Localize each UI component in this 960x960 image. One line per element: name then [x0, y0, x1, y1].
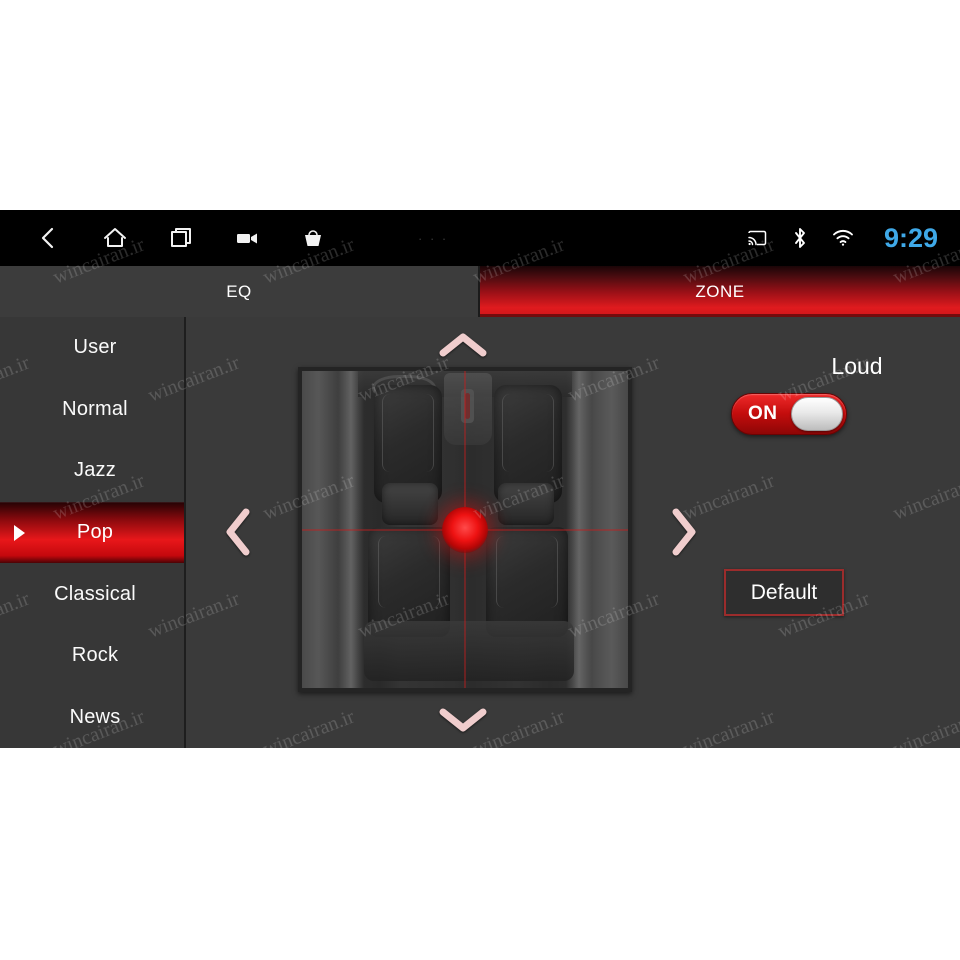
bluetooth-icon[interactable] — [788, 226, 812, 250]
preset-label: User — [73, 336, 117, 359]
tab-bar: EQ ZONE — [0, 266, 960, 317]
preset-item-pop[interactable]: Pop — [0, 501, 184, 564]
seat-cushion-front-left — [382, 483, 438, 525]
preset-item-rock[interactable]: Rock — [0, 625, 184, 687]
loud-toggle-knob[interactable] — [791, 397, 843, 431]
back-icon[interactable] — [34, 223, 64, 253]
eq-preset-list: User Normal Jazz Pop Classical Rock News — [0, 317, 186, 748]
overflow-dots: · · · — [418, 230, 449, 246]
preset-label: Rock — [71, 644, 119, 667]
device-screen: · · · 9:29 EQ ZONE User Normal Jazz Pop … — [0, 210, 960, 748]
tab-zone[interactable]: ZONE — [480, 266, 960, 317]
wifi-icon[interactable] — [831, 226, 855, 250]
home-icon[interactable] — [100, 223, 130, 253]
preset-label: News — [69, 705, 121, 728]
loud-toggle[interactable]: ON — [731, 393, 847, 435]
tab-eq[interactable]: EQ — [0, 266, 480, 317]
balance-position-dot[interactable] — [442, 506, 488, 553]
apps-bag-icon[interactable] — [298, 223, 328, 253]
preset-item-classical[interactable]: Classical — [0, 563, 184, 625]
preset-label: Classical — [54, 582, 136, 605]
selected-marker-icon — [14, 524, 25, 541]
preset-label: Normal — [62, 397, 128, 420]
preset-item-user[interactable]: User — [0, 317, 184, 379]
chevron-left-icon[interactable] — [218, 502, 258, 562]
chevron-up-icon[interactable] — [433, 327, 493, 363]
loud-toggle-state: ON — [748, 403, 778, 424]
recents-icon[interactable] — [166, 223, 196, 253]
default-button[interactable]: Default — [724, 569, 844, 616]
app-body: User Normal Jazz Pop Classical Rock News — [0, 317, 960, 748]
navigation-buttons: · · · — [34, 223, 448, 253]
screen-cast-icon[interactable] — [745, 226, 769, 250]
preset-item-normal[interactable]: Normal — [0, 379, 184, 441]
chevron-right-icon[interactable] — [664, 502, 704, 562]
zone-main-area: Loud ON Default — [186, 317, 960, 748]
center-console — [444, 373, 492, 445]
zone-controls-panel: Loud ON Default — [706, 317, 960, 748]
status-icons: 9:29 — [745, 223, 938, 254]
car-interior-zone-map[interactable] — [298, 367, 632, 692]
preset-item-news[interactable]: News — [0, 686, 184, 748]
seat-cushion-front-right — [498, 483, 554, 525]
preset-label: Pop — [76, 521, 114, 544]
chevron-down-icon[interactable] — [433, 702, 493, 738]
preset-label: Jazz — [74, 459, 116, 482]
status-bar: · · · 9:29 — [0, 210, 960, 266]
loud-label: Loud — [831, 353, 883, 379]
rear-bench — [364, 621, 574, 681]
video-recorder-icon[interactable] — [232, 223, 262, 253]
preset-item-jazz[interactable]: Jazz — [0, 440, 184, 502]
status-clock: 9:29 — [883, 222, 938, 253]
